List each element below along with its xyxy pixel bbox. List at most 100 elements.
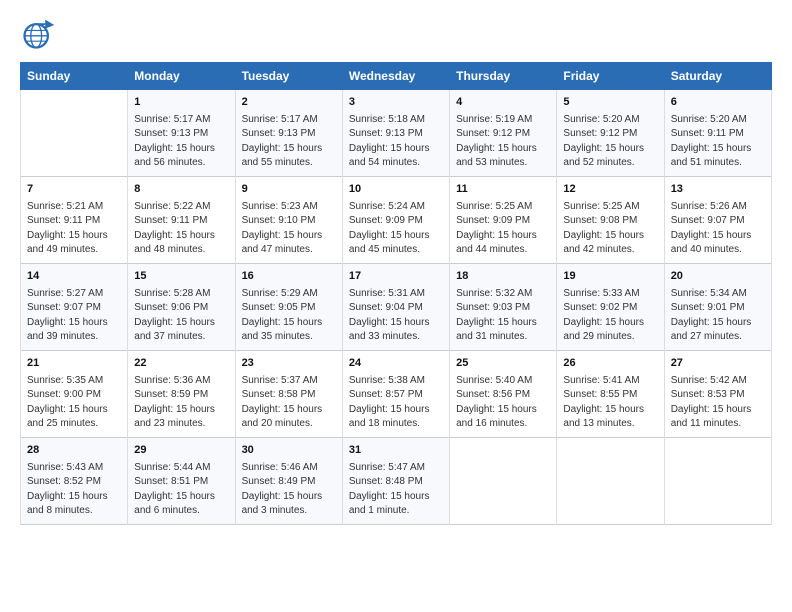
calendar-cell: 26 Sunrise: 5:41 AM Sunset: 8:55 PM Dayli… — [557, 350, 664, 437]
day-number: 20 — [671, 269, 765, 285]
logo — [20, 16, 60, 52]
day-number: 10 — [349, 182, 443, 198]
calendar-cell: 24 Sunrise: 5:38 AM Sunset: 8:57 PM Dayli… — [342, 350, 449, 437]
day-number: 2 — [242, 95, 336, 111]
header-cell-thursday: Thursday — [450, 63, 557, 90]
calendar-week-5: 28 Sunrise: 5:43 AM Sunset: 8:52 PM Dayli… — [21, 437, 772, 524]
day-number: 19 — [563, 269, 657, 285]
calendar-cell: 4Sunrise: 5:19 AM Sunset: 9:12 PM Daylig… — [450, 90, 557, 177]
day-number: 21 — [27, 356, 121, 372]
calendar-cell: 13 Sunrise: 5:26 AM Sunset: 9:07 PM Dayli… — [664, 176, 771, 263]
cell-content: Sunrise: 5:27 AM Sunset: 9:07 PM Dayligh… — [27, 287, 121, 345]
day-number: 29 — [134, 443, 228, 459]
cell-content: Sunrise: 5:43 AM Sunset: 8:52 PM Dayligh… — [27, 461, 121, 519]
cell-content: Sunrise: 5:17 AM Sunset: 9:13 PM Dayligh… — [242, 113, 336, 171]
page: SundayMondayTuesdayWednesdayThursdayFrid… — [0, 0, 792, 541]
calendar-cell: 17Sunrise: 5:31 AM Sunset: 9:04 PM Dayli… — [342, 263, 449, 350]
day-number: 5 — [563, 95, 657, 111]
calendar-cell: 11 Sunrise: 5:25 AM Sunset: 9:09 PM Dayli… — [450, 176, 557, 263]
cell-content: Sunrise: 5:28 AM Sunset: 9:06 PM Dayligh… — [134, 287, 228, 345]
cell-content: Sunrise: 5:46 AM Sunset: 8:49 PM Dayligh… — [242, 461, 336, 519]
header-cell-tuesday: Tuesday — [235, 63, 342, 90]
calendar-week-4: 21 Sunrise: 5:35 AM Sunset: 9:00 PM Dayli… — [21, 350, 772, 437]
calendar-table: SundayMondayTuesdayWednesdayThursdayFrid… — [20, 62, 772, 525]
day-number: 8 — [134, 182, 228, 198]
calendar-cell — [557, 437, 664, 524]
day-number: 15 — [134, 269, 228, 285]
cell-content: Sunrise: 5:23 AM Sunset: 9:10 PM Dayligh… — [242, 200, 336, 258]
calendar-cell: 2 Sunrise: 5:17 AM Sunset: 9:13 PM Daylig… — [235, 90, 342, 177]
calendar-cell: 10Sunrise: 5:24 AM Sunset: 9:09 PM Dayli… — [342, 176, 449, 263]
calendar-cell: 8 Sunrise: 5:22 AM Sunset: 9:11 PM Daylig… — [128, 176, 235, 263]
day-number: 13 — [671, 182, 765, 198]
logo-icon — [20, 16, 56, 52]
calendar-week-1: 1 Sunrise: 5:17 AM Sunset: 9:13 PM Daylig… — [21, 90, 772, 177]
calendar-cell: 22Sunrise: 5:36 AM Sunset: 8:59 PM Dayli… — [128, 350, 235, 437]
calendar-cell: 28 Sunrise: 5:43 AM Sunset: 8:52 PM Dayli… — [21, 437, 128, 524]
cell-content: Sunrise: 5:47 AM Sunset: 8:48 PM Dayligh… — [349, 461, 443, 519]
calendar-cell: 21 Sunrise: 5:35 AM Sunset: 9:00 PM Dayli… — [21, 350, 128, 437]
cell-content: Sunrise: 5:20 AM Sunset: 9:12 PM Dayligh… — [563, 113, 657, 171]
day-number: 30 — [242, 443, 336, 459]
calendar-header: SundayMondayTuesdayWednesdayThursdayFrid… — [21, 63, 772, 90]
calendar-cell: 6 Sunrise: 5:20 AM Sunset: 9:11 PM Daylig… — [664, 90, 771, 177]
calendar-cell: 7Sunrise: 5:21 AM Sunset: 9:11 PM Daylig… — [21, 176, 128, 263]
day-number: 3 — [349, 95, 443, 111]
calendar-cell: 16Sunrise: 5:29 AM Sunset: 9:05 PM Dayli… — [235, 263, 342, 350]
cell-content: Sunrise: 5:35 AM Sunset: 9:00 PM Dayligh… — [27, 374, 121, 432]
calendar-cell: 23 Sunrise: 5:37 AM Sunset: 8:58 PM Dayli… — [235, 350, 342, 437]
day-number: 11 — [456, 182, 550, 198]
calendar-cell: 15 Sunrise: 5:28 AM Sunset: 9:06 PM Dayli… — [128, 263, 235, 350]
header-row: SundayMondayTuesdayWednesdayThursdayFrid… — [21, 63, 772, 90]
calendar-cell — [450, 437, 557, 524]
day-number: 1 — [134, 95, 228, 111]
day-number: 14 — [27, 269, 121, 285]
calendar-cell: 5 Sunrise: 5:20 AM Sunset: 9:12 PM Daylig… — [557, 90, 664, 177]
day-number: 18 — [456, 269, 550, 285]
day-number: 28 — [27, 443, 121, 459]
day-number: 26 — [563, 356, 657, 372]
calendar-cell: 3 Sunrise: 5:18 AM Sunset: 9:13 PM Daylig… — [342, 90, 449, 177]
day-number: 24 — [349, 356, 443, 372]
header — [20, 16, 772, 52]
calendar-cell: 12 Sunrise: 5:25 AM Sunset: 9:08 PM Dayli… — [557, 176, 664, 263]
header-cell-friday: Friday — [557, 63, 664, 90]
cell-content: Sunrise: 5:33 AM Sunset: 9:02 PM Dayligh… — [563, 287, 657, 345]
cell-content: Sunrise: 5:20 AM Sunset: 9:11 PM Dayligh… — [671, 113, 765, 171]
calendar-cell: 9 Sunrise: 5:23 AM Sunset: 9:10 PM Daylig… — [235, 176, 342, 263]
cell-content: Sunrise: 5:21 AM Sunset: 9:11 PM Dayligh… — [27, 200, 121, 258]
cell-content: Sunrise: 5:22 AM Sunset: 9:11 PM Dayligh… — [134, 200, 228, 258]
cell-content: Sunrise: 5:25 AM Sunset: 9:08 PM Dayligh… — [563, 200, 657, 258]
header-cell-sunday: Sunday — [21, 63, 128, 90]
calendar-body: 1 Sunrise: 5:17 AM Sunset: 9:13 PM Daylig… — [21, 90, 772, 525]
header-cell-monday: Monday — [128, 63, 235, 90]
calendar-cell — [21, 90, 128, 177]
cell-content: Sunrise: 5:38 AM Sunset: 8:57 PM Dayligh… — [349, 374, 443, 432]
cell-content: Sunrise: 5:44 AM Sunset: 8:51 PM Dayligh… — [134, 461, 228, 519]
day-number: 9 — [242, 182, 336, 198]
day-number: 25 — [456, 356, 550, 372]
calendar-cell: 19 Sunrise: 5:33 AM Sunset: 9:02 PM Dayli… — [557, 263, 664, 350]
calendar-week-2: 7Sunrise: 5:21 AM Sunset: 9:11 PM Daylig… — [21, 176, 772, 263]
day-number: 22 — [134, 356, 228, 372]
day-number: 31 — [349, 443, 443, 459]
day-number: 23 — [242, 356, 336, 372]
calendar-cell — [664, 437, 771, 524]
cell-content: Sunrise: 5:18 AM Sunset: 9:13 PM Dayligh… — [349, 113, 443, 171]
calendar-cell: 20 Sunrise: 5:34 AM Sunset: 9:01 PM Dayli… — [664, 263, 771, 350]
day-number: 12 — [563, 182, 657, 198]
cell-content: Sunrise: 5:25 AM Sunset: 9:09 PM Dayligh… — [456, 200, 550, 258]
cell-content: Sunrise: 5:42 AM Sunset: 8:53 PM Dayligh… — [671, 374, 765, 432]
cell-content: Sunrise: 5:19 AM Sunset: 9:12 PM Dayligh… — [456, 113, 550, 171]
day-number: 27 — [671, 356, 765, 372]
cell-content: Sunrise: 5:34 AM Sunset: 9:01 PM Dayligh… — [671, 287, 765, 345]
calendar-cell: 25Sunrise: 5:40 AM Sunset: 8:56 PM Dayli… — [450, 350, 557, 437]
cell-content: Sunrise: 5:31 AM Sunset: 9:04 PM Dayligh… — [349, 287, 443, 345]
header-cell-saturday: Saturday — [664, 63, 771, 90]
calendar-cell: 31 Sunrise: 5:47 AM Sunset: 8:48 PM Dayli… — [342, 437, 449, 524]
cell-content: Sunrise: 5:37 AM Sunset: 8:58 PM Dayligh… — [242, 374, 336, 432]
day-number: 6 — [671, 95, 765, 111]
header-cell-wednesday: Wednesday — [342, 63, 449, 90]
cell-content: Sunrise: 5:41 AM Sunset: 8:55 PM Dayligh… — [563, 374, 657, 432]
cell-content: Sunrise: 5:26 AM Sunset: 9:07 PM Dayligh… — [671, 200, 765, 258]
